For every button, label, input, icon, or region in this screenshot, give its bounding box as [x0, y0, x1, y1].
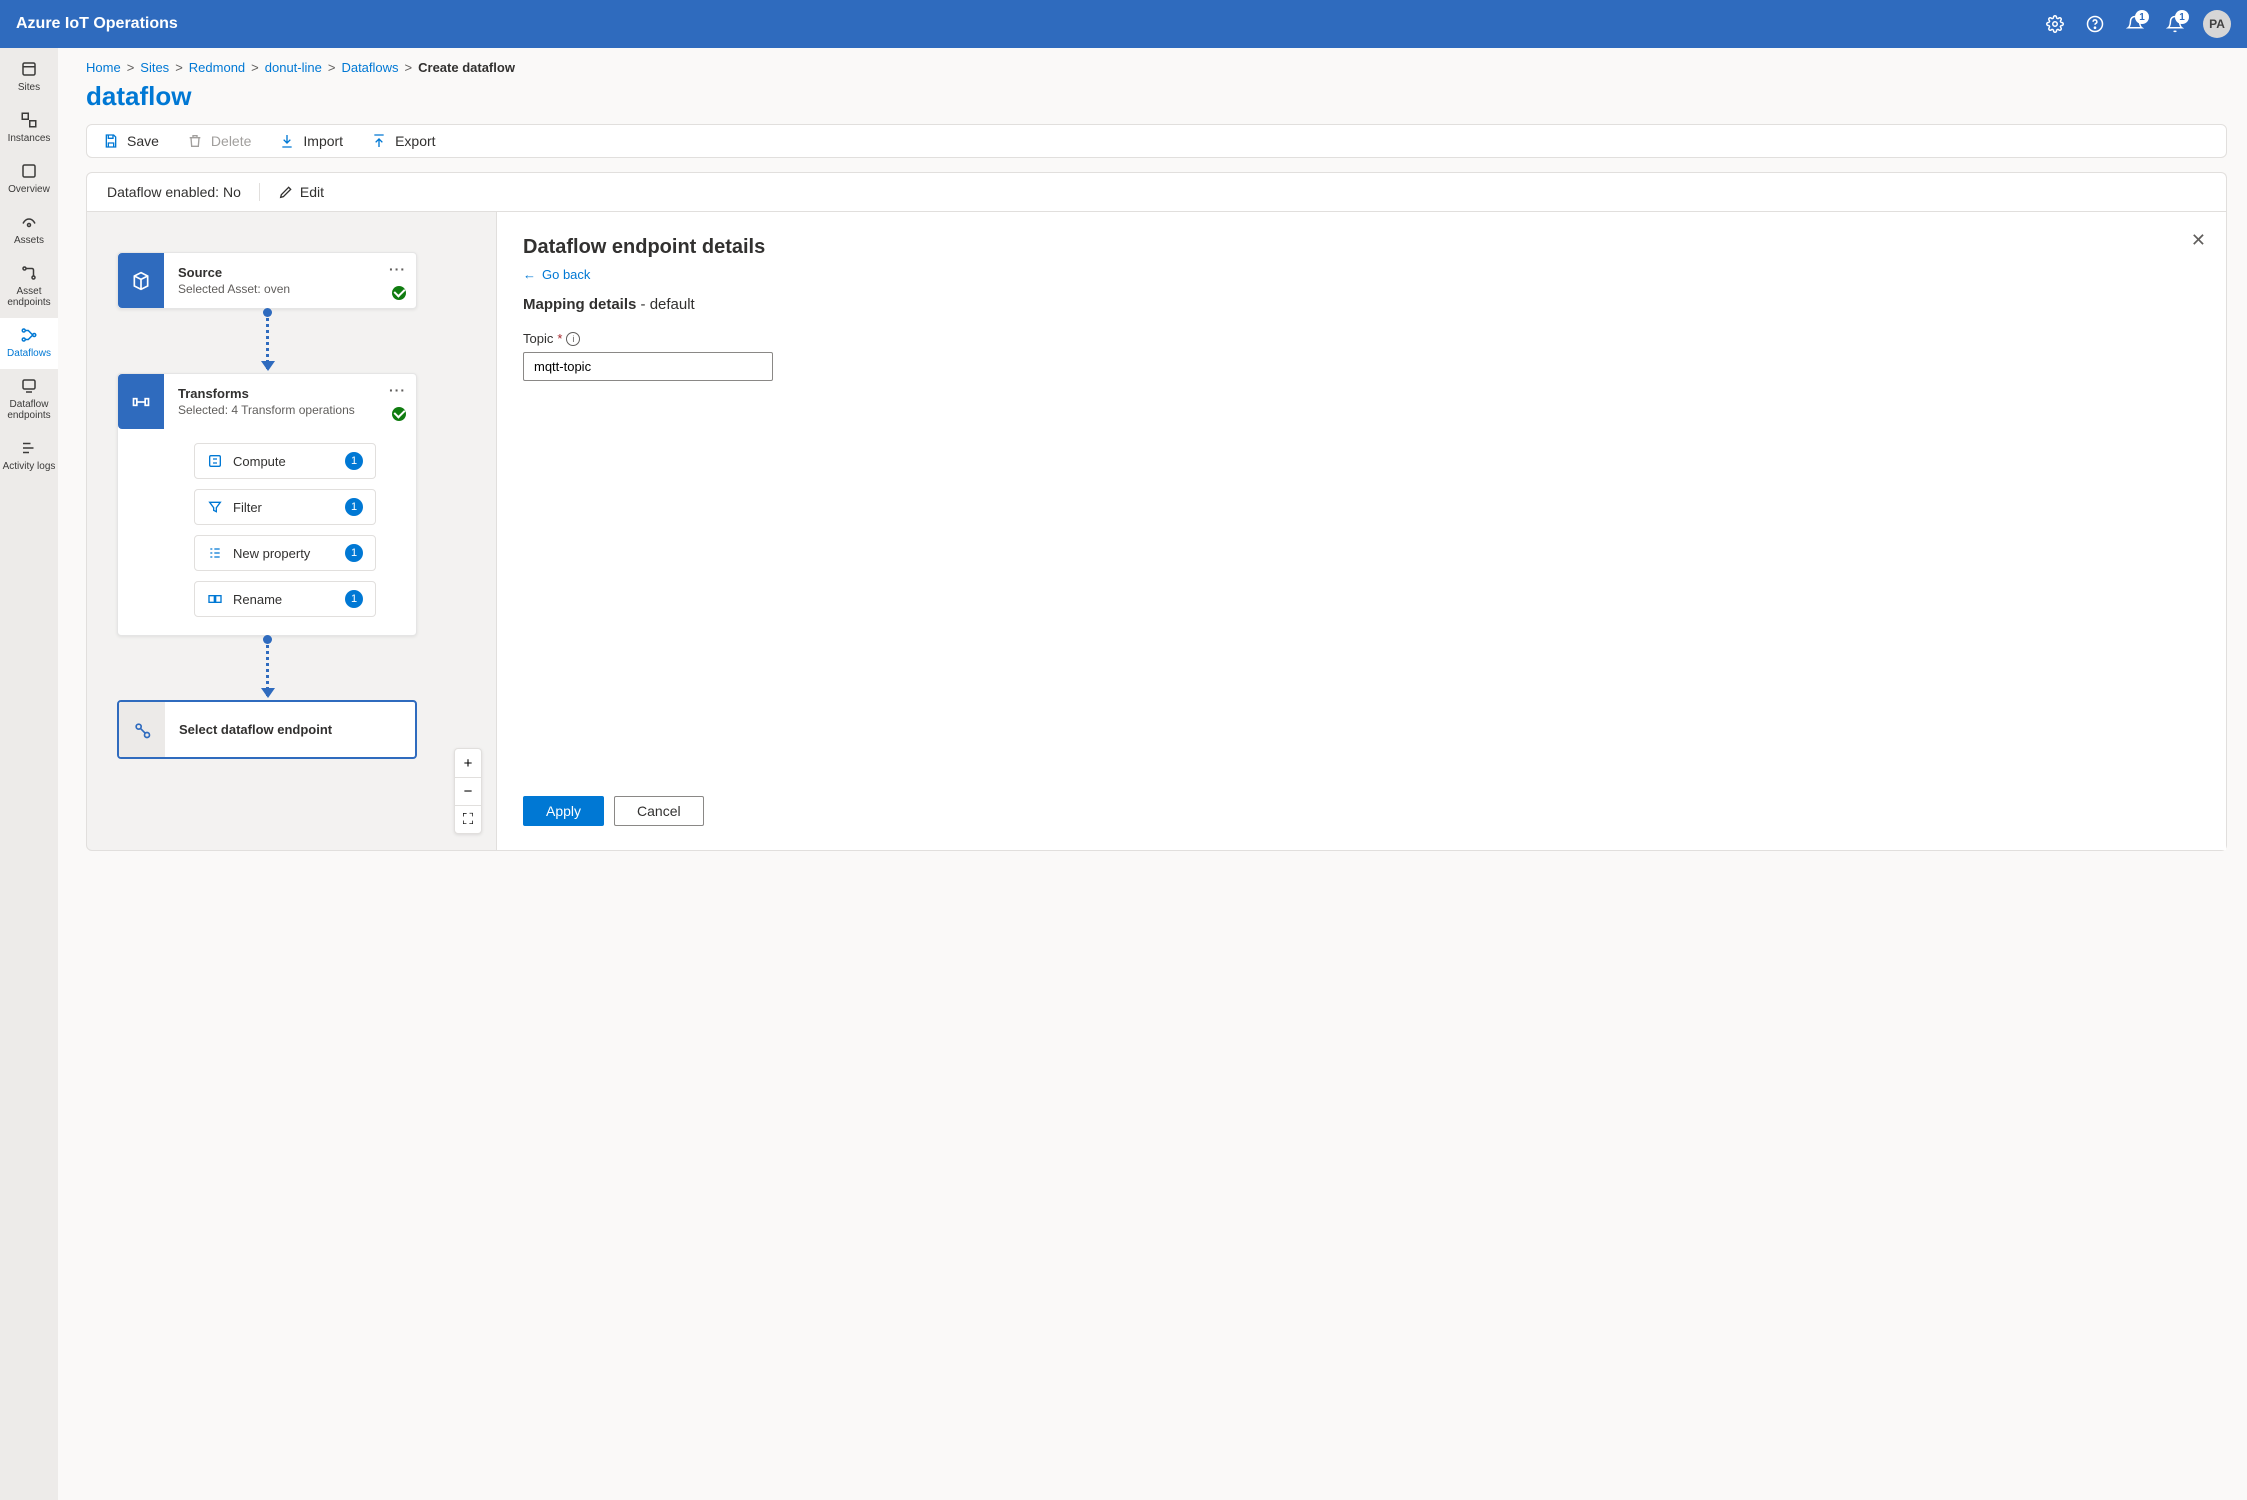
transforms-node-title: Transforms [178, 386, 402, 401]
work-area: Source Selected Asset: oven ··· [86, 211, 2227, 851]
sidebar-item-dataflow-endpoints[interactable]: Dataflow endpoints [0, 369, 58, 431]
sidebar-item-assets[interactable]: Assets [0, 205, 58, 256]
go-back-link[interactable]: ← Go back [523, 267, 2200, 282]
cube-icon [118, 253, 164, 308]
mapping-details-line: Mapping details - default [523, 296, 2200, 313]
details-title: Dataflow endpoint details [523, 236, 2200, 259]
notifications-bell-icon[interactable]: 1 [2155, 4, 2195, 44]
save-button[interactable]: Save [103, 133, 159, 149]
status-bar: Dataflow enabled: No Edit [86, 172, 2227, 211]
sidebar: Sites Instances Overview Assets Asset en… [0, 48, 58, 1500]
source-node-subtitle: Selected Asset: oven [178, 282, 402, 296]
zoom-controls: + − ⛶ [454, 748, 482, 834]
check-icon [392, 286, 406, 300]
import-button[interactable]: Import [279, 133, 343, 149]
sidebar-item-dataflows[interactable]: Dataflows [0, 318, 58, 369]
delete-button: Delete [187, 133, 251, 149]
endpoint-icon [119, 702, 165, 757]
zoom-in-button[interactable]: + [455, 749, 481, 777]
zoom-fit-button[interactable]: ⛶ [455, 805, 481, 833]
main-content: Home> Sites> Redmond> donut-line> Datafl… [58, 48, 2247, 1500]
arrow-left-icon: ← [523, 267, 536, 282]
settings-icon[interactable] [2035, 4, 2075, 44]
user-avatar[interactable]: PA [2203, 10, 2231, 38]
breadcrumb-current: Create dataflow [418, 60, 515, 75]
select-endpoint-label: Select dataflow endpoint [165, 702, 415, 757]
source-node-more-icon[interactable]: ··· [389, 261, 406, 277]
info-icon[interactable]: i [566, 332, 580, 346]
check-icon [392, 407, 406, 421]
export-button[interactable]: Export [371, 133, 435, 149]
notification-badge-2: 1 [2175, 10, 2189, 24]
transforms-node-subtitle: Selected: 4 Transform operations [178, 403, 402, 417]
dataflow-canvas[interactable]: Source Selected Asset: oven ··· [87, 212, 497, 850]
topic-label: Topic* i [523, 331, 2200, 346]
breadcrumb-line[interactable]: donut-line [265, 60, 322, 75]
transforms-node-more-icon[interactable]: ··· [389, 382, 406, 398]
breadcrumb-redmond[interactable]: Redmond [189, 60, 245, 75]
source-node[interactable]: Source Selected Asset: oven ··· [117, 252, 417, 309]
top-bar: Azure IoT Operations 1 1 PA [0, 0, 2247, 48]
diagnostics-bell-icon[interactable]: 1 [2115, 4, 2155, 44]
transforms-icon [118, 374, 164, 429]
breadcrumb-sites[interactable]: Sites [140, 60, 169, 75]
toolbar: Save Delete Import Export [86, 124, 2227, 158]
transforms-node[interactable]: Transforms Selected: 4 Transform operati… [117, 373, 417, 636]
apply-button[interactable]: Apply [523, 796, 604, 826]
edit-button[interactable]: Edit [278, 184, 324, 200]
notification-badge-1: 1 [2135, 10, 2149, 24]
cancel-button[interactable]: Cancel [614, 796, 704, 826]
page-title: dataflow [86, 81, 2227, 112]
transform-op-filter[interactable]: Filter 1 [194, 489, 376, 525]
connector-arrow [266, 313, 269, 369]
help-icon[interactable] [2075, 4, 2115, 44]
transform-op-new-property[interactable]: New property 1 [194, 535, 376, 571]
sidebar-item-overview[interactable]: Overview [0, 154, 58, 205]
breadcrumb-dataflows[interactable]: Dataflows [341, 60, 398, 75]
select-endpoint-node[interactable]: Select dataflow endpoint [117, 700, 417, 759]
dataflow-enabled-status: Dataflow enabled: No [107, 184, 241, 200]
close-icon[interactable]: ✕ [2191, 230, 2206, 251]
sidebar-item-asset-endpoints[interactable]: Asset endpoints [0, 256, 58, 318]
sidebar-item-activity-logs[interactable]: Activity logs [0, 431, 58, 482]
breadcrumb: Home> Sites> Redmond> donut-line> Datafl… [86, 60, 2227, 75]
topic-input[interactable] [523, 352, 773, 381]
product-title: Azure IoT Operations [16, 15, 178, 33]
sidebar-item-instances[interactable]: Instances [0, 103, 58, 154]
details-panel: ✕ Dataflow endpoint details ← Go back Ma… [497, 212, 2226, 850]
connector-arrow [266, 640, 269, 696]
zoom-out-button[interactable]: − [455, 777, 481, 805]
sidebar-item-sites[interactable]: Sites [0, 52, 58, 103]
source-node-title: Source [178, 265, 402, 280]
transform-op-compute[interactable]: Compute 1 [194, 443, 376, 479]
breadcrumb-home[interactable]: Home [86, 60, 121, 75]
transform-op-rename[interactable]: Rename 1 [194, 581, 376, 617]
transform-operations-list: Compute 1 Filter 1 New property [118, 429, 416, 635]
